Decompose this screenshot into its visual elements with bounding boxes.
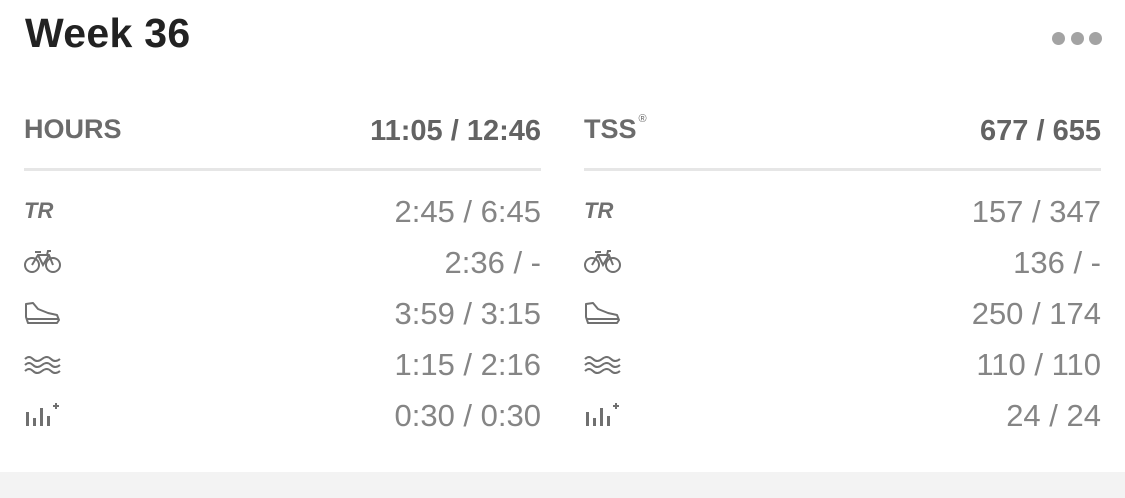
- hours-row-run: 3:59 / 3:15: [24, 287, 541, 338]
- bike-icon: [24, 249, 62, 275]
- hours-value: 3:59 / 3:15: [394, 296, 541, 331]
- hours-value: 0:30 / 0:30: [394, 398, 541, 433]
- hours-header: HOURS 11:05 / 12:46: [24, 100, 541, 171]
- hours-total: 11:05 / 12:46: [370, 115, 541, 147]
- tss-header: TSS ® 677 / 655: [584, 100, 1101, 171]
- other-activity-icon: [584, 402, 622, 428]
- hours-column: HOURS 11:05 / 12:46 TR 2:45 / 6:45 2:36 …: [24, 100, 541, 440]
- footer-bar: [0, 472, 1125, 498]
- run-shoe-icon: [24, 300, 62, 326]
- hours-row-bike: 2:36 / -: [24, 236, 541, 287]
- registered-mark: ®: [638, 113, 647, 125]
- tss-label: TSS ®: [584, 113, 647, 144]
- tss-row-other: 24 / 24: [584, 389, 1101, 440]
- tss-row-run: 250 / 174: [584, 287, 1101, 338]
- tss-value: 24 / 24: [1006, 398, 1101, 433]
- hours-value: 2:45 / 6:45: [394, 194, 541, 229]
- bike-icon: [584, 249, 622, 275]
- tss-value: 157 / 347: [971, 194, 1101, 229]
- more-options-button[interactable]: [1052, 30, 1102, 46]
- tss-value: 110 / 110: [976, 347, 1101, 382]
- svg-text:TR: TR: [24, 198, 53, 223]
- hours-row-trainerroad: TR 2:45 / 6:45: [24, 185, 541, 236]
- dot-icon: [1089, 31, 1102, 45]
- week-title: Week 36: [25, 10, 191, 56]
- tss-column: TSS ® 677 / 655 TR 157 / 347 136 / - 250…: [584, 100, 1101, 440]
- trainerroad-logo-icon: TR: [24, 198, 62, 224]
- run-shoe-icon: [584, 300, 622, 326]
- tss-row-trainerroad: TR 157 / 347: [584, 185, 1101, 236]
- hours-row-swim: 1:15 / 2:16: [24, 338, 541, 389]
- hours-row-other: 0:30 / 0:30: [24, 389, 541, 440]
- hours-label: HOURS: [24, 114, 122, 144]
- swim-waves-icon: [584, 351, 622, 377]
- svg-text:TR: TR: [584, 198, 613, 223]
- tss-row-bike: 136 / -: [584, 236, 1101, 287]
- other-activity-icon: [24, 402, 62, 428]
- tss-value: 250 / 174: [971, 296, 1101, 331]
- tss-row-swim: 110 / 110: [584, 338, 1101, 389]
- swim-waves-icon: [24, 351, 62, 377]
- tss-value: 136 / -: [1013, 245, 1101, 280]
- hours-value: 1:15 / 2:16: [394, 347, 541, 382]
- trainerroad-logo-icon: TR: [584, 198, 622, 224]
- hours-value: 2:36 / -: [444, 245, 542, 280]
- dot-icon: [1052, 31, 1065, 45]
- tss-total: 677 / 655: [980, 115, 1101, 147]
- dot-icon: [1070, 31, 1084, 45]
